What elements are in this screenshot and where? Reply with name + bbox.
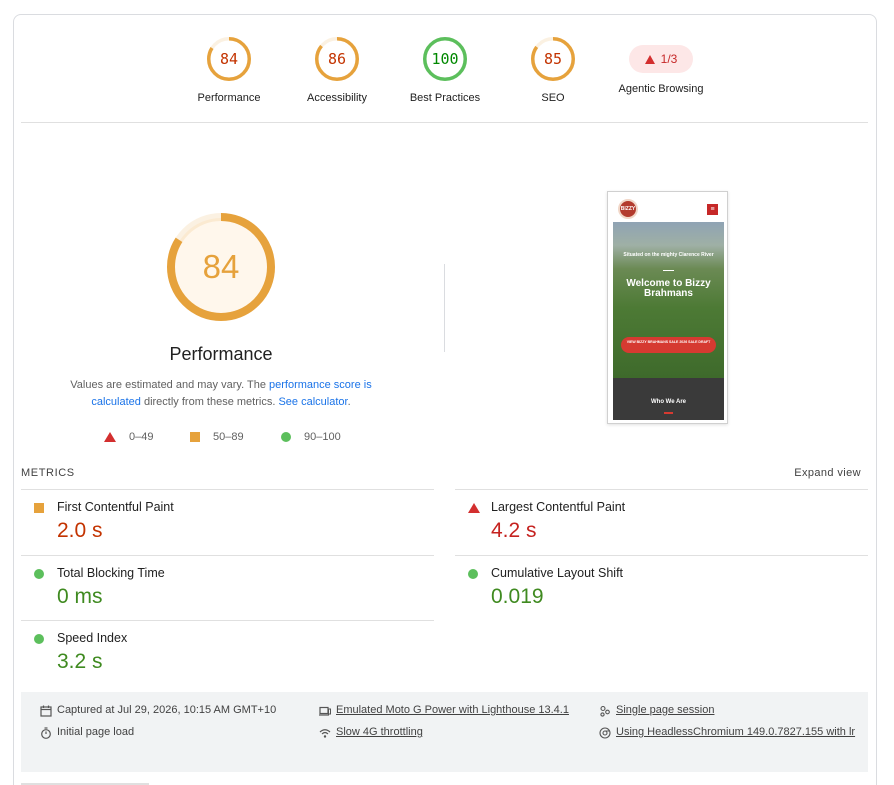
legend-fail: 0–49 [104,431,153,443]
average-square-icon [34,503,44,513]
emulated-device[interactable]: Emulated Moto G Power with Lighthouse 13… [319,704,569,717]
legend-label: 0–49 [129,431,154,443]
menu-icon: ≡ [707,204,718,215]
gauge-agentic-browsing[interactable]: 1/3 Agentic Browsing [606,36,716,95]
metric-value: 2.0 s [57,519,103,542]
pass-circle-icon [34,634,44,644]
captured-text: Captured at Jul 29, 2026, 10:15 AM GMT+1… [57,704,277,716]
gauge-seo[interactable]: 85 SEO [498,36,608,104]
legend-label: 50–89 [213,431,244,443]
pass-circle-icon [34,569,44,579]
captured-at: Captured at Jul 29, 2026, 10:15 AM GMT+1… [40,704,276,717]
page-screenshot-thumbnail[interactable]: BIZZY ≡ Situated on the mighty Clarence … [607,191,728,424]
metric-name: Cumulative Layout Shift [491,566,624,580]
metric-name: Largest Contentful Paint [491,500,626,514]
hero-subtitle: Situated on the mighty Clarence River [623,252,714,258]
agentic-score-pill: 1/3 [629,45,693,73]
legend-label: 90–100 [304,431,341,443]
divider [455,555,868,556]
thumb-hero: Situated on the mighty Clarence River We… [613,222,724,378]
desc-text: Values are estimated and may vary. The [70,379,269,391]
performance-big-gauge: 84 [166,212,276,322]
divider [21,122,868,123]
divider [21,620,434,621]
hero-cta-button: VIEW BIZZY BRAHMANS SALE 2026 SALE DRAFT [621,337,716,353]
gauge-score: 100 [431,50,459,68]
metric-value: 3.2 s [57,650,103,673]
metric-total-blocking-time: Total Blocking Time 0 ms [34,566,434,616]
gauge-ring: 84 [206,36,252,82]
hero-title: Welcome to Bizzy Brahmans [626,278,711,299]
pass-circle-icon [281,432,291,442]
gauge-label: Performance [197,92,261,104]
hero-divider [663,270,674,271]
metric-speed-index: Speed Index 3.2 s [34,631,434,681]
gauge-label: Best Practices [409,92,481,104]
divider [21,489,434,490]
thumb-header: BIZZY ≡ [613,196,724,222]
gauge-ring: 85 [530,36,576,82]
chrome-icon [599,727,611,739]
users-icon [600,705,610,717]
metric-first-contentful-paint: First Contentful Paint 2.0 s [34,500,434,550]
metric-name: Speed Index [57,631,128,645]
wifi-icon [319,729,331,738]
browser-version[interactable]: Using HeadlessChromium 149.0.7827.155 wi… [599,722,861,743]
browser-link[interactable]: Using HeadlessChromium 149.0.7827.155 wi… [616,722,855,743]
metric-value: 4.2 s [491,519,537,542]
average-square-icon [190,432,200,442]
gauge-performance[interactable]: 84 Performance [174,36,284,104]
legend-average: 50–89 [190,431,244,443]
section-underline [664,412,673,414]
metric-cumulative-layout-shift: Cumulative Layout Shift 0.019 [468,566,868,616]
metrics-heading: METRICS [21,467,75,479]
vertical-divider [444,264,445,352]
legend-pass: 90–100 [281,431,341,443]
divider [455,489,868,490]
see-calculator-link[interactable]: See calculator [278,396,347,408]
gauge-accessibility[interactable]: 86 Accessibility [282,36,392,104]
initial-load: Initial page load [40,726,134,739]
calendar-icon [40,705,52,717]
fail-triangle-icon [104,432,116,442]
desc-text: . [347,396,351,408]
pass-circle-icon [468,569,478,579]
session-link[interactable]: Single page session [616,704,714,716]
gauge-label: Agentic Browsing [618,83,704,95]
metric-largest-contentful-paint: Largest Contentful Paint 4.2 s [468,500,868,550]
throttling-link[interactable]: Slow 4G throttling [336,726,423,738]
site-logo: BIZZY [618,199,638,219]
metric-name: First Contentful Paint [57,500,174,514]
fail-triangle-icon [644,55,655,64]
metric-value: 0 ms [57,585,103,608]
agentic-score: 1/3 [660,52,678,66]
performance-score: 84 [202,248,240,285]
metric-value: 0.019 [491,585,544,608]
metric-name: Total Blocking Time [57,566,165,580]
device-link[interactable]: Emulated Moto G Power with Lighthouse 13… [336,704,569,716]
fail-triangle-icon [468,503,480,513]
gauge-best-practices[interactable]: 100 Best Practices [390,36,500,104]
gauge-ring: 100 [422,36,468,82]
thumb-section: Who We Are [613,378,724,420]
gauge-score: 85 [543,50,563,68]
gauge-score: 84 [219,50,239,68]
network-throttling[interactable]: Slow 4G throttling [319,726,423,739]
gauge-score: 86 [327,50,347,68]
performance-description: Values are estimated and may vary. The p… [56,377,386,411]
load-text: Initial page load [57,726,135,738]
section-title: Who We Are [650,399,686,405]
divider [21,555,434,556]
timer-icon [41,727,51,739]
gauge-label: SEO [541,92,565,104]
desc-text: directly from these metrics. [140,396,279,408]
gauge-label: Accessibility [307,92,367,104]
runtime-settings: Captured at Jul 29, 2026, 10:15 AM GMT+1… [21,692,868,772]
performance-title: Performance [169,344,273,364]
expand-view-button[interactable]: Expand view [794,467,861,479]
session-type[interactable]: Single page session [599,704,714,717]
device-icon [319,706,331,716]
gauge-ring: 86 [314,36,360,82]
